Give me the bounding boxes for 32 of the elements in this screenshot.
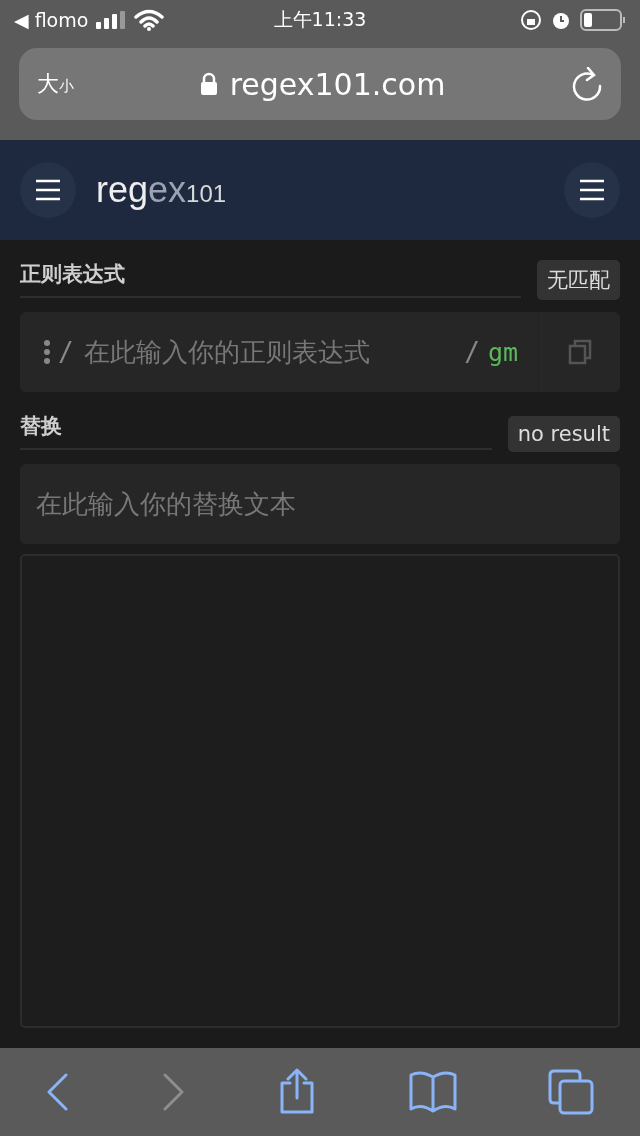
status-time: 上午11:33 [273, 7, 367, 32]
battery-icon [580, 9, 626, 31]
copy-icon [567, 339, 592, 365]
wifi-icon [134, 9, 165, 31]
delimiter: / [464, 337, 480, 367]
delimiter: / [58, 337, 74, 367]
chevron-left-icon [45, 1073, 70, 1111]
regex-flags[interactable]: gm [487, 337, 518, 367]
tabs-button[interactable] [548, 1069, 595, 1115]
section-label: 替换 [20, 412, 492, 450]
substitution-field[interactable]: 在此输入你的替换文本 [20, 464, 620, 544]
signal-icon [96, 11, 127, 29]
menu-icon [579, 179, 605, 201]
result-status-badge: no result [507, 416, 620, 452]
url-text: regex101.com [229, 66, 446, 102]
lock-icon [199, 72, 218, 96]
match-status-badge: 无匹配 [537, 260, 620, 300]
logo: regex101 [96, 169, 228, 211]
tabs-icon [548, 1069, 595, 1115]
address-bar[interactable]: 大小 regex101.com [19, 48, 621, 120]
text-size-button[interactable]: 大小 [37, 69, 74, 99]
bookmarks-button[interactable] [408, 1071, 457, 1113]
regex-field[interactable]: / 在此输入你的正则表达式 / gm [20, 312, 620, 392]
section-label: 正则表达式 [20, 260, 521, 298]
chevron-right-icon [161, 1073, 186, 1111]
menu-icon [35, 179, 61, 201]
back-to-app-link[interactable]: ◀ flomo [14, 9, 89, 31]
book-icon [408, 1071, 457, 1113]
rotation-lock-icon [520, 9, 542, 31]
back-button[interactable] [45, 1073, 70, 1111]
more-options-icon[interactable] [44, 340, 50, 364]
reload-icon[interactable] [571, 67, 603, 101]
